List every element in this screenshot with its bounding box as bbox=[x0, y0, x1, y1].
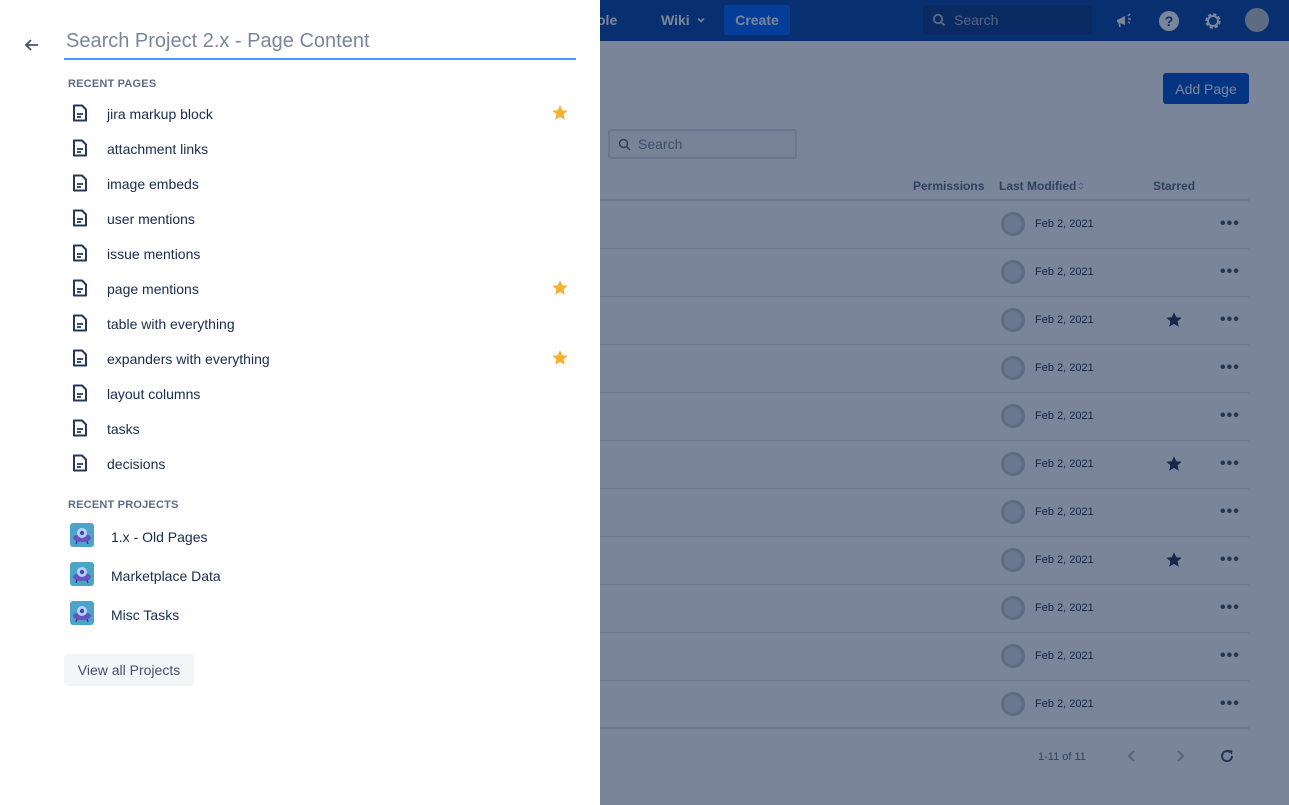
recent-page-item[interactable]: page mentions bbox=[64, 271, 584, 306]
star-icon[interactable] bbox=[550, 103, 570, 123]
recent-project-item[interactable]: Misc Tasks bbox=[64, 596, 584, 635]
recent-page-item[interactable]: decisions bbox=[64, 446, 584, 481]
recent-page-label: expanders with everything bbox=[107, 351, 270, 367]
recent-page-label: user mentions bbox=[107, 211, 195, 227]
recent-page-label: issue mentions bbox=[107, 246, 201, 262]
page-icon bbox=[73, 419, 87, 437]
recent-page-label: layout columns bbox=[107, 386, 201, 402]
view-all-projects-button[interactable]: View all Projects bbox=[64, 654, 194, 686]
page-icon bbox=[73, 279, 87, 297]
page-icon bbox=[73, 244, 87, 262]
arrow-left-icon bbox=[24, 39, 38, 51]
recent-project-item[interactable]: 1.x - Old Pages bbox=[64, 518, 584, 557]
recent-project-item[interactable]: Marketplace Data bbox=[64, 557, 584, 596]
page-icon bbox=[73, 314, 87, 332]
recent-page-item[interactable]: attachment links bbox=[64, 131, 584, 166]
drawer-search-input[interactable] bbox=[64, 24, 576, 60]
recent-page-item[interactable]: expanders with everything bbox=[64, 341, 584, 376]
recent-projects-list: 1.x - Old Pages Marketplace Data Misc Task… bbox=[64, 518, 584, 635]
recent-page-label: jira markup block bbox=[107, 106, 213, 122]
recent-page-item[interactable]: layout columns bbox=[64, 376, 584, 411]
search-drawer: RECENT PAGES jira markup block attachment… bbox=[0, 0, 600, 805]
recent-projects-heading: RECENT PROJECTS bbox=[68, 499, 179, 511]
star-icon[interactable] bbox=[550, 278, 570, 298]
page-icon bbox=[73, 454, 87, 472]
star-icon[interactable] bbox=[550, 348, 570, 368]
recent-page-item[interactable]: table with everything bbox=[64, 306, 584, 341]
recent-project-label: Misc Tasks bbox=[111, 607, 180, 623]
recent-page-item[interactable]: image embeds bbox=[64, 166, 584, 201]
page-icon bbox=[73, 209, 87, 227]
page-icon bbox=[73, 139, 87, 157]
recent-project-label: Marketplace Data bbox=[111, 568, 221, 584]
page-icon bbox=[73, 349, 87, 367]
recent-page-label: tasks bbox=[107, 421, 140, 437]
project-avatar-icon bbox=[70, 601, 94, 625]
recent-pages-heading: RECENT PAGES bbox=[68, 78, 157, 90]
recent-page-label: attachment links bbox=[107, 141, 209, 157]
recent-page-item[interactable]: jira markup block bbox=[64, 96, 584, 131]
page-icon bbox=[73, 384, 87, 402]
recent-page-item[interactable]: tasks bbox=[64, 411, 584, 446]
recent-page-label: decisions bbox=[107, 456, 166, 472]
page-icon bbox=[73, 174, 87, 192]
back-button[interactable] bbox=[21, 34, 43, 56]
project-avatar-icon bbox=[70, 523, 94, 547]
recent-page-label: image embeds bbox=[107, 176, 199, 192]
recent-page-item[interactable]: user mentions bbox=[64, 201, 584, 236]
project-avatar-icon bbox=[70, 562, 94, 586]
recent-page-item[interactable]: issue mentions bbox=[64, 236, 584, 271]
recent-pages-list: jira markup block attachment links image e… bbox=[64, 96, 584, 481]
recent-project-label: 1.x - Old Pages bbox=[111, 529, 208, 545]
page-icon bbox=[73, 104, 87, 122]
recent-page-label: page mentions bbox=[107, 281, 199, 297]
recent-page-label: table with everything bbox=[107, 316, 235, 332]
